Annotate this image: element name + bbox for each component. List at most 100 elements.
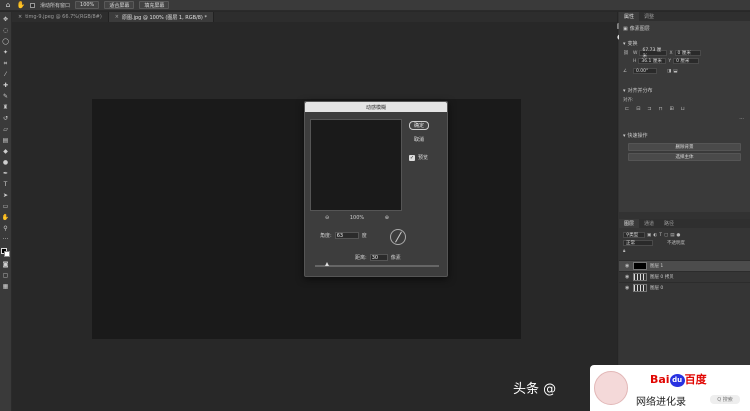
- quick-mask-icon[interactable]: ◙: [1, 260, 10, 269]
- filter-toggle-icon[interactable]: ●: [676, 233, 680, 238]
- remove-background-button[interactable]: 删除背景: [628, 143, 741, 151]
- align-hcenter-icon[interactable]: ⊟: [636, 106, 640, 112]
- ok-button[interactable]: 确定: [409, 121, 429, 130]
- ps-home-icon[interactable]: ⌂: [4, 1, 12, 9]
- tab-paths[interactable]: 路径: [659, 219, 679, 228]
- align-bottom-icon[interactable]: ⊔: [681, 106, 685, 112]
- color-swatches[interactable]: [0, 248, 11, 258]
- tab-timg[interactable]: × timg-9.jpeg @ 66.7%(RGB/8#): [12, 12, 109, 22]
- baidu-logo-bai: Bai: [650, 373, 670, 386]
- align-right-icon[interactable]: ⊐: [647, 106, 651, 112]
- link-icon[interactable]: ⛓: [623, 51, 631, 56]
- align-vcenter-icon[interactable]: ⊞: [670, 106, 674, 112]
- properties-panel-tabs: 属性 调整: [619, 12, 750, 21]
- height-field[interactable]: 36.1 厘米: [638, 58, 667, 64]
- cancel-button[interactable]: 取消: [409, 135, 429, 144]
- lasso-tool-icon[interactable]: ◯: [1, 37, 10, 46]
- more-tools-icon[interactable]: ···: [1, 235, 10, 244]
- distance-input[interactable]: 30: [369, 254, 388, 261]
- layer-row[interactable]: ◉ 图层 1: [619, 260, 750, 271]
- fill-screen-button[interactable]: 填充屏幕: [139, 1, 170, 9]
- hand-tool-icon[interactable]: ✋: [17, 1, 26, 9]
- zoom-in-icon[interactable]: ⊕: [385, 215, 389, 221]
- healing-brush-tool-icon[interactable]: ✚: [1, 81, 10, 90]
- angle-row: 角度: 63 度: [320, 232, 367, 239]
- blur-tool-icon[interactable]: ◆: [1, 147, 10, 156]
- preview-checkbox-row[interactable]: ✓ 预览: [409, 154, 428, 161]
- baidu-logo: Bai du 百度: [650, 371, 707, 387]
- screen-mode-icon[interactable]: ▢: [1, 271, 10, 280]
- flip-horizontal-icon[interactable]: ◨: [667, 69, 671, 74]
- eraser-tool-icon[interactable]: ▱: [1, 125, 10, 134]
- transform-row-wx: ⛓ W 67.73 厘米 X 0 厘米: [619, 48, 750, 59]
- x-field[interactable]: 0 厘米: [674, 50, 701, 56]
- tab-channels[interactable]: 通道: [639, 219, 659, 228]
- path-selection-tool-icon[interactable]: ➤: [1, 191, 10, 200]
- type-tool-icon[interactable]: T: [1, 180, 10, 189]
- eyedropper-tool-icon[interactable]: ⁄: [1, 70, 10, 79]
- preview-checkbox[interactable]: ✓: [409, 154, 415, 161]
- blend-mode-select[interactable]: 正常: [623, 240, 653, 246]
- stamp-tool-icon[interactable]: ♜: [1, 103, 10, 112]
- angle-field[interactable]: 0.00°: [633, 68, 657, 74]
- select-subject-button[interactable]: 选择主体: [628, 153, 741, 161]
- zoom-out-icon[interactable]: ⊖: [325, 215, 329, 221]
- filter-type-icon[interactable]: T: [659, 233, 662, 238]
- filter-smart-icon[interactable]: ▤: [670, 233, 674, 238]
- marquee-tool-icon[interactable]: ◌: [1, 26, 10, 35]
- gradient-tool-icon[interactable]: ▤: [1, 136, 10, 145]
- transform-title: 变换: [627, 41, 638, 47]
- filter-shape-icon[interactable]: ▢: [664, 233, 668, 238]
- crop-tool-icon[interactable]: ⌗: [1, 59, 10, 68]
- layer-thumbnail: [633, 262, 647, 270]
- distance-label: 距离:: [355, 255, 367, 261]
- scroll-all-windows-checkbox[interactable]: [30, 2, 35, 8]
- more-icon[interactable]: ···: [739, 116, 744, 122]
- close-icon[interactable]: ×: [115, 14, 119, 20]
- width-field[interactable]: 67.73 厘米: [639, 48, 668, 59]
- close-icon[interactable]: ×: [18, 14, 22, 20]
- hand-tool-icon[interactable]: ✋: [1, 213, 10, 222]
- y-label: Y: [668, 58, 672, 64]
- shape-tool-icon[interactable]: ▭: [1, 202, 10, 211]
- align-section-title[interactable]: ▾ 对齐并分布: [619, 85, 750, 96]
- zoom-100-button[interactable]: 100%: [75, 1, 100, 9]
- pen-tool-icon[interactable]: ✒: [1, 169, 10, 178]
- y-field[interactable]: 0 厘米: [673, 58, 700, 64]
- filter-adjust-icon[interactable]: ◐: [653, 233, 657, 238]
- dodge-tool-icon[interactable]: ●: [1, 158, 10, 167]
- flip-vertical-icon[interactable]: ⬓: [673, 69, 677, 74]
- align-left-icon[interactable]: ⊏: [625, 106, 629, 112]
- slider-thumb[interactable]: [325, 262, 329, 266]
- tab-adjustments[interactable]: 调整: [639, 12, 659, 21]
- move-tool-icon[interactable]: ✥: [1, 15, 10, 24]
- magic-wand-tool-icon[interactable]: ✦: [1, 48, 10, 57]
- lock-icon[interactable]: 🔒︎: [623, 248, 625, 254]
- background-color-swatch[interactable]: [3, 251, 10, 257]
- distance-slider[interactable]: [315, 262, 439, 267]
- angle-input[interactable]: 63: [334, 232, 359, 239]
- filter-pixel-icon[interactable]: ▣: [647, 233, 651, 238]
- dialog-title[interactable]: 动感模糊: [305, 102, 447, 112]
- brush-tool-icon[interactable]: ✎: [1, 92, 10, 101]
- layer-row[interactable]: ◉ 图层 0 拷贝: [619, 271, 750, 282]
- eye-icon[interactable]: ◉: [625, 274, 630, 280]
- tab-properties[interactable]: 属性: [619, 12, 640, 21]
- quick-actions-title[interactable]: ▾ 快速操作: [619, 130, 750, 141]
- angle-dial[interactable]: [390, 229, 406, 245]
- transform-section-title[interactable]: ▾ 变换: [619, 38, 750, 49]
- tab-layers[interactable]: 图层: [619, 219, 640, 228]
- fit-screen-button[interactable]: 适合屏幕: [104, 1, 135, 9]
- eye-icon[interactable]: ◉: [625, 263, 630, 269]
- chevron-down-icon: ▾: [623, 132, 626, 139]
- align-top-icon[interactable]: ⊓: [659, 106, 663, 112]
- transform-row-angle: ∠ 0.00° ◨ ⬓: [619, 67, 750, 75]
- history-brush-tool-icon[interactable]: ↺: [1, 114, 10, 123]
- tab-original[interactable]: × 原图.jpg @ 100% (图层 1, RGB/8) *: [108, 12, 214, 22]
- eye-icon[interactable]: ◉: [625, 285, 630, 291]
- filter-preview[interactable]: [310, 119, 402, 211]
- layer-row[interactable]: ◉ 图层 0: [619, 282, 750, 293]
- zoom-tool-icon[interactable]: ⚲: [1, 224, 10, 233]
- artboard-icon[interactable]: ▦: [1, 282, 10, 291]
- layer-kind-filter[interactable]: ⚲ 类型: [623, 232, 645, 238]
